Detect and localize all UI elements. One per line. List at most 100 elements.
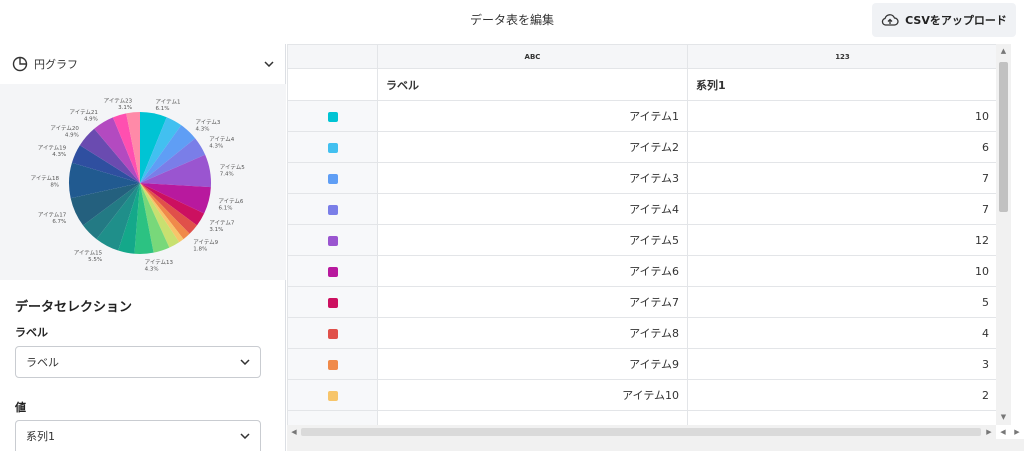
scroll-right-arrow-icon[interactable]: ▶ [982, 425, 996, 439]
row-color-cell[interactable] [287, 162, 378, 194]
scroll-right-arrow-icon[interactable]: ▶ [1010, 425, 1024, 439]
header-cell-label[interactable]: ラベル [377, 68, 688, 101]
table-row[interactable]: アイテム5 12 [287, 224, 998, 256]
slice-label: アイテム6 [218, 198, 243, 205]
chevron-down-icon [240, 359, 250, 365]
slice-label: アイテム1 [156, 98, 181, 105]
value-cell[interactable]: 10 [687, 100, 998, 132]
upload-csv-label: CSVをアップロード [905, 14, 1007, 27]
type-row: ABC 123 [287, 44, 998, 69]
hscroll-thumb[interactable] [301, 428, 981, 436]
label-select-value: ラベル [26, 356, 59, 369]
label-cell[interactable]: アイテム6 [377, 255, 688, 287]
label-field-label: ラベル [15, 326, 48, 339]
scroll-thumb[interactable] [999, 62, 1008, 212]
slice-label: アイテム4 [209, 136, 234, 143]
header-cell-series[interactable]: 系列1 [687, 68, 998, 101]
chevron-down-icon [264, 61, 274, 67]
color-swatch[interactable] [327, 359, 338, 370]
slice-percent: 5.5% [88, 257, 102, 263]
color-swatch[interactable] [327, 390, 338, 401]
chart-type-selector[interactable]: 円グラフ [0, 44, 286, 84]
header-row: ラベル 系列1 [287, 68, 998, 101]
label-cell[interactable]: アイテム5 [377, 224, 688, 256]
pie-chart: アイテム16.1%アイテム34.3%アイテム44.3%アイテム57.4%アイテム… [31, 97, 246, 272]
table-row[interactable]: アイテム9 3 [287, 348, 998, 380]
slice-label: アイテム3 [195, 119, 220, 126]
table-row[interactable]: アイテム6 10 [287, 255, 998, 287]
slice-label: アイテム21 [69, 109, 97, 116]
row-color-cell[interactable] [287, 286, 378, 318]
row-color-cell[interactable] [287, 193, 378, 225]
scroll-left-arrow-icon[interactable]: ◀ [996, 425, 1010, 439]
slice-label: アイテム9 [193, 239, 218, 246]
color-swatch[interactable] [327, 328, 338, 339]
label-cell[interactable]: アイテム7 [377, 286, 688, 318]
row-color-cell[interactable] [287, 317, 378, 349]
value-cell[interactable]: 6 [687, 131, 998, 163]
value-cell[interactable]: 3 [687, 348, 998, 380]
label-cell[interactable]: アイテム2 [377, 131, 688, 163]
table-row[interactable]: アイテム7 5 [287, 286, 998, 318]
color-swatch[interactable] [327, 266, 338, 277]
scroll-down-arrow-icon[interactable]: ▼ [996, 410, 1011, 424]
slice-percent: 4.3% [195, 126, 209, 132]
color-swatch[interactable] [327, 142, 338, 153]
value-cell[interactable]: 12 [687, 224, 998, 256]
slice-percent: 4.9% [65, 132, 79, 138]
label-select[interactable]: ラベル [15, 346, 261, 378]
slice-percent: 3.1% [209, 227, 223, 233]
slice-label: アイテム7 [209, 220, 234, 227]
row-color-cell[interactable] [287, 224, 378, 256]
value-cell[interactable]: 2 [687, 379, 998, 411]
table-row[interactable]: アイテム1 10 [287, 100, 998, 132]
slice-percent: 4.3% [52, 152, 66, 158]
label-cell[interactable]: アイテム1 [377, 100, 688, 132]
table-row[interactable]: アイテム2 6 [287, 131, 998, 163]
data-selection-title: データセレクション [15, 300, 133, 315]
type-cell: ABC [377, 44, 688, 69]
color-swatch[interactable] [327, 111, 338, 122]
color-swatch[interactable] [327, 204, 338, 215]
color-swatch[interactable] [327, 173, 338, 184]
value-cell[interactable]: 10 [687, 255, 998, 287]
value-field-label: 値 [15, 401, 26, 414]
scroll-left-arrow-icon[interactable]: ◀ [287, 425, 301, 439]
value-cell[interactable]: 4 [687, 317, 998, 349]
label-cell[interactable]: アイテム9 [377, 348, 688, 380]
cloud-upload-icon [881, 14, 899, 26]
type-cell [287, 44, 378, 69]
horizontal-scrollbar[interactable]: ◀ ▶ [287, 425, 996, 439]
label-cell[interactable]: アイテム8 [377, 317, 688, 349]
value-cell[interactable]: 7 [687, 162, 998, 194]
color-swatch[interactable] [327, 297, 338, 308]
value-cell[interactable]: 7 [687, 193, 998, 225]
row-color-cell[interactable] [287, 100, 378, 132]
data-grid: ABC 123 ラベル 系列1 アイテム1 10 アイテム2 6 アイテム3 7 アイテム4… [287, 44, 1024, 451]
table-row[interactable]: アイテム3 7 [287, 162, 998, 194]
slice-percent: 8% [50, 183, 59, 189]
row-color-cell[interactable] [287, 379, 378, 411]
chart-preview: アイテム1 6.1% アイテム3 4.3% アイテム4 4.3% アイテム5 7.4% アイテム… [0, 84, 286, 280]
table-row[interactable]: アイテム4 7 [287, 193, 998, 225]
slice-percent: 6.1% [156, 106, 170, 112]
row-color-cell[interactable] [287, 131, 378, 163]
label-cell[interactable]: アイテム3 [377, 162, 688, 194]
table-row[interactable]: アイテム10 2 [287, 379, 998, 411]
row-color-cell[interactable] [287, 255, 378, 287]
label-cell[interactable]: アイテム10 [377, 379, 688, 411]
value-cell[interactable]: 5 [687, 286, 998, 318]
slice-label: アイテム13 [145, 259, 174, 266]
slice-label: アイテム18 [31, 175, 60, 182]
row-color-cell[interactable] [287, 348, 378, 380]
label-cell[interactable]: アイテム4 [377, 193, 688, 225]
slice-label: アイテム19 [38, 145, 67, 152]
table-row[interactable]: アイテム8 4 [287, 317, 998, 349]
value-select[interactable]: 系列1 [15, 420, 261, 451]
slice-percent: 6.1% [218, 206, 232, 212]
settings-panel: 円グラフ アイテム1 6.1% アイテム3 4.3% アイテム4 4.3% アイテム5 7.4… [0, 44, 286, 451]
scroll-up-arrow-icon[interactable]: ▲ [996, 44, 1011, 58]
vertical-scrollbar[interactable]: ▲ ▼ [996, 44, 1011, 425]
upload-csv-button[interactable]: CSVをアップロード [872, 3, 1016, 37]
color-swatch[interactable] [327, 235, 338, 246]
